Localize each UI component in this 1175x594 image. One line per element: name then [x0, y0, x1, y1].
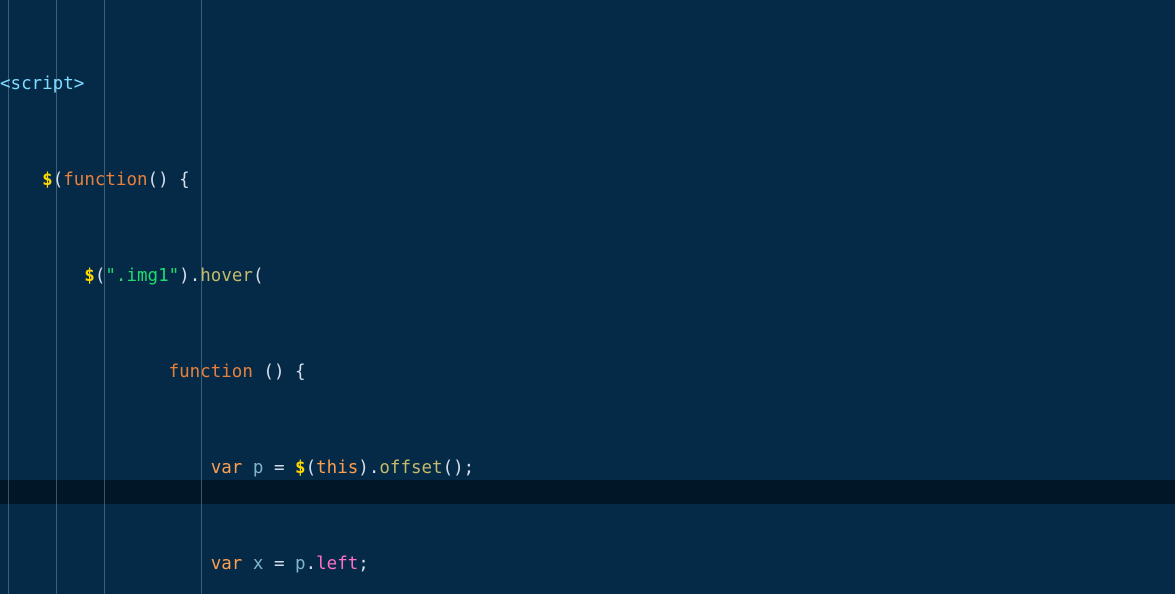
method-hover: hover — [200, 266, 253, 286]
code-line[interactable]: $(".img1").hover( — [0, 264, 1012, 288]
paren: () { — [147, 170, 190, 190]
keyword-function: function — [63, 170, 148, 190]
method-offset: offset — [379, 458, 443, 478]
code-line[interactable]: <script> — [0, 72, 1012, 96]
paren: ( — [305, 458, 317, 478]
string-selector: ".img1" — [105, 266, 180, 286]
keyword-function: function — [168, 362, 253, 382]
code-line[interactable]: var x = p.left; — [0, 552, 1012, 576]
jquery-dollar: $ — [295, 458, 306, 478]
paren: (); — [442, 458, 475, 478]
jquery-dollar: $ — [42, 170, 53, 190]
code-editor-viewport[interactable]: <script> $(function() { $(".img1").hover… — [0, 0, 1175, 594]
dot: . — [368, 458, 380, 478]
operator: = — [263, 554, 296, 574]
dot: . — [189, 266, 201, 286]
paren: ) — [358, 458, 369, 478]
paren: () { — [252, 362, 306, 382]
line-0-token-tag: <script> — [0, 74, 85, 94]
paren: ( — [94, 266, 106, 286]
code-line[interactable]: function () { — [0, 360, 1012, 384]
identifier-p: p — [252, 458, 264, 478]
operator: = — [263, 458, 296, 478]
dot: . — [305, 554, 317, 574]
property-left: left — [316, 554, 359, 574]
code-line[interactable]: var p = $(this).offset(); — [0, 456, 1012, 480]
paren: ( — [52, 170, 64, 190]
code-line[interactable]: $(function() { — [0, 168, 1012, 192]
keyword-var: var — [210, 554, 243, 574]
identifier-x: x — [252, 554, 264, 574]
keyword-this: this — [316, 458, 359, 478]
paren: ( — [252, 266, 264, 286]
identifier-p: p — [295, 554, 306, 574]
jquery-dollar: $ — [84, 266, 95, 286]
paren: ) — [179, 266, 190, 286]
keyword-var: var — [210, 458, 243, 478]
semicolon: ; — [358, 554, 369, 574]
code-lines-container[interactable]: <script> $(function() { $(".img1").hover… — [0, 0, 1012, 594]
